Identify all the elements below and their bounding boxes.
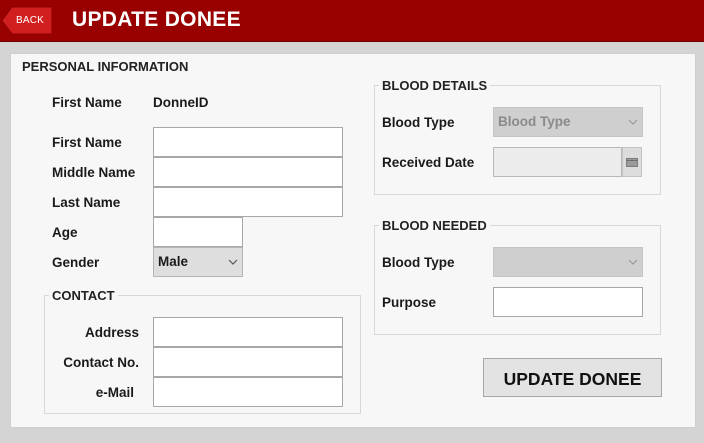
gender-select[interactable]: Male [153,247,243,277]
email-input[interactable] [153,377,343,407]
form-panel: PERSONAL INFORMATION First Name DonneID … [10,53,696,428]
donee-id-value: DonneID [153,95,209,110]
needed-blood-type-label: Blood Type [382,255,455,270]
calendar-icon [626,158,638,167]
address-input[interactable] [153,317,343,347]
calendar-button[interactable] [622,147,642,177]
update-donee-button-label: UPDATE DONEE [503,369,642,389]
contact-no-input[interactable] [153,347,343,377]
back-button-label: BACK [16,15,45,26]
first-name-input[interactable] [153,127,343,157]
blood-needed-group [374,225,661,335]
page-title: UPDATE DONEE [72,8,241,31]
received-date-label: Received Date [382,155,475,170]
needed-blood-type-select[interactable] [493,247,643,277]
header-bar: BACK UPDATE DONEE [0,0,704,42]
email-label: e-Mail [95,385,134,400]
blood-details-legend: BLOOD DETAILS [379,79,491,93]
middle-name-label: Middle Name [52,165,136,180]
age-input[interactable] [153,217,243,247]
chevron-down-icon [628,119,638,125]
blood-needed-legend: BLOOD NEEDED [379,219,490,233]
contact-legend: CONTACT [49,289,118,303]
blood-type-select[interactable]: Blood Type [493,107,643,137]
age-label: Age [52,225,78,240]
contact-no-label: Contact No. [63,355,139,370]
chevron-down-icon [228,259,238,265]
received-date-input[interactable] [493,147,622,177]
middle-name-input[interactable] [153,157,343,187]
gender-label: Gender [52,255,100,270]
blood-type-label: Blood Type [382,115,455,130]
chevron-down-icon [628,259,638,265]
blood-type-select-value: Blood Type [498,114,571,129]
purpose-label: Purpose [382,295,437,310]
blood-details-group [374,85,661,195]
update-donee-button[interactable]: UPDATE DONEE [483,358,662,397]
gender-select-value: Male [158,254,189,269]
donee-id-label: First Name [52,95,122,110]
address-label: Address [84,325,139,340]
first-name-label: First Name [52,135,122,150]
purpose-input[interactable] [493,287,643,317]
personal-information-legend: PERSONAL INFORMATION [19,60,192,74]
last-name-input[interactable] [153,187,343,217]
last-name-label: Last Name [52,195,121,210]
back-button[interactable]: BACK [2,6,52,35]
